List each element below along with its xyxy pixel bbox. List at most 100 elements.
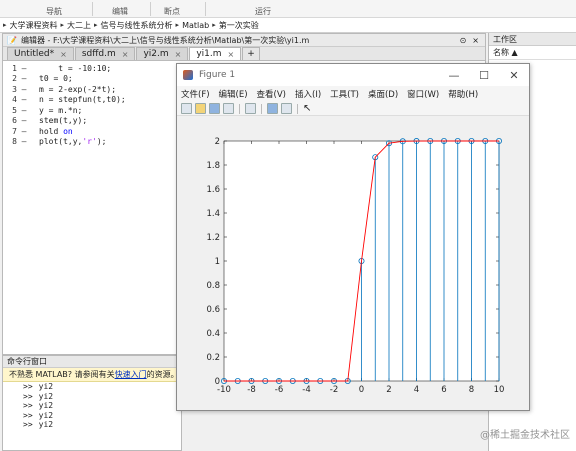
stem-chart[interactable]: -10 -8 -6 -4 -2 0 2 4 6 8 1000.20.40.60.811.21.41.… <box>177 116 529 410</box>
ribbon-section-breakpoints: 断点 <box>164 7 180 16</box>
y-tick-label: 2 <box>215 137 220 147</box>
workspace-name-column[interactable]: 名称 ▲ <box>489 46 576 60</box>
figure-window[interactable]: Figure 1 — ☐ ✕ 文件(F) 编辑(E) 查看(V) 插入(I) 工… <box>176 63 530 411</box>
menu-window[interactable]: 窗口(W) <box>407 88 439 100</box>
menu-tools[interactable]: 工具(T) <box>330 88 359 100</box>
history-line: >> yi2 <box>23 382 54 392</box>
y-tick-label: 0.6 <box>206 305 220 315</box>
divider <box>150 2 151 16</box>
figure-toolbar: ↖ <box>177 102 529 116</box>
print-icon[interactable] <box>223 103 234 114</box>
tab-label: Untitled* <box>14 49 55 59</box>
menu-help[interactable]: 帮助(H) <box>448 88 478 100</box>
tab-label: sdffd.m <box>81 49 116 59</box>
y-tick-label: 1.2 <box>206 233 220 243</box>
command-window[interactable]: 命令行窗口 不熟悉 MATLAB? 请参阅有关 快速入门 的资源。 >> yi2 … <box>2 355 182 451</box>
close-icon[interactable]: × <box>122 50 129 59</box>
toolstrip: 导航 编辑 断点 运行 <box>0 0 576 18</box>
new-figure-icon[interactable] <box>181 103 192 114</box>
matlab-logo-icon <box>183 70 193 80</box>
minimize-button[interactable]: — <box>439 69 469 82</box>
x-tick-label: 4 <box>414 385 419 395</box>
close-icon[interactable]: × <box>228 50 235 59</box>
getting-started-notice: 不熟悉 MATLAB? 请参阅有关 快速入门 的资源。 <box>3 368 181 382</box>
chevron-right-icon: ▸ <box>60 21 65 29</box>
breadcrumb-item[interactable]: Matlab <box>182 21 209 30</box>
breadcrumb-item[interactable]: 大二上 <box>67 20 91 31</box>
keyword-token: on <box>63 126 73 136</box>
ribbon-section-run: 运行 <box>255 7 271 16</box>
tab-yi1[interactable]: yi1.m × <box>189 47 242 60</box>
x-tick-label: -8 <box>247 385 255 395</box>
more-options-icon[interactable]: ⊙ <box>460 36 467 45</box>
save-icon[interactable] <box>209 103 220 114</box>
y-tick-label: 1.4 <box>206 209 220 219</box>
tab-label: yi2.m <box>143 49 169 59</box>
figure-titlebar[interactable]: Figure 1 — ☐ ✕ <box>177 64 529 86</box>
menu-file[interactable]: 文件(F) <box>181 88 210 100</box>
maximize-button[interactable]: ☐ <box>469 69 499 82</box>
x-tick-label: 6 <box>441 385 446 395</box>
legend-icon[interactable] <box>281 103 292 114</box>
ribbon-section-edit: 编辑 <box>112 7 128 16</box>
divider <box>92 2 93 16</box>
history-line: >> yi2 <box>23 410 54 420</box>
document-icon: 📝 <box>7 35 17 45</box>
address-bar[interactable]: ▸ 大学课程资料 ▸ 大二上 ▸ 信号与线性系统分析 ▸ Matlab ▸ 第一… <box>0 18 576 33</box>
breadcrumb-item[interactable]: 第一次实验 <box>219 20 259 31</box>
chevron-right-icon: ▸ <box>94 21 98 29</box>
menu-insert[interactable]: 插入(I) <box>295 88 321 100</box>
tab-untitled[interactable]: Untitled* × <box>7 47 74 60</box>
divider <box>239 103 240 114</box>
menu-view[interactable]: 查看(V) <box>257 88 286 100</box>
getting-started-link[interactable]: 快速入门 <box>115 369 147 380</box>
close-icon[interactable]: × <box>60 50 67 59</box>
chevron-right-icon: ▸ <box>175 21 180 29</box>
x-tick-label: -2 <box>330 385 338 395</box>
pointer-icon[interactable]: ↖ <box>303 103 311 114</box>
y-tick-label: 1.8 <box>206 161 220 171</box>
breadcrumb-item[interactable]: 信号与线性系统分析 <box>101 20 173 31</box>
close-button[interactable]: ✕ <box>499 69 529 82</box>
close-icon[interactable]: × <box>175 50 182 59</box>
colorbar-icon[interactable] <box>267 103 278 114</box>
command-window-title: 命令行窗口 <box>3 356 181 368</box>
menu-edit[interactable]: 编辑(E) <box>219 88 248 100</box>
tab-yi2[interactable]: yi2.m × <box>136 47 189 60</box>
code-token: ); <box>96 137 107 147</box>
history-line: >> yi2 <box>23 420 54 430</box>
chevron-right-icon: ▸ <box>212 21 216 29</box>
divider <box>297 103 298 114</box>
editor-titlebar: 📝 编辑器 - F:\大学课程资料\大二上\信号与线性系统分析\Matlab\第… <box>3 34 485 47</box>
figure-menubar: 文件(F) 编辑(E) 查看(V) 插入(I) 工具(T) 桌面(D) 窗口(W… <box>177 86 529 102</box>
menu-desktop[interactable]: 桌面(D) <box>368 88 398 100</box>
watermark: @稀土掘金技术社区 <box>480 430 570 441</box>
ribbon-section-navigate: 导航 <box>46 7 62 16</box>
y-tick-label: 0 <box>215 377 220 387</box>
code-token: hold <box>39 126 64 136</box>
y-tick-label: 0.2 <box>206 353 220 363</box>
x-tick-label: 2 <box>386 385 391 395</box>
x-tick-label: 10 <box>494 385 505 395</box>
y-tick-label: 0.8 <box>206 281 220 291</box>
breadcrumb-item[interactable]: 大学课程资料 <box>10 20 58 31</box>
x-tick-label: -4 <box>302 385 310 395</box>
workspace-title: 工作区 <box>489 33 576 46</box>
x-tick-label: 0 <box>359 385 364 395</box>
history-line: >> yi2 <box>23 391 54 401</box>
link-plot-icon[interactable] <box>245 103 256 114</box>
editor-tabs: Untitled* × sdffd.m × yi2.m × yi1.m × + <box>3 47 485 61</box>
open-folder-icon[interactable] <box>195 103 206 114</box>
x-tick-label: -6 <box>275 385 283 395</box>
tab-label: yi1.m <box>196 49 222 59</box>
string-token: 'r' <box>82 137 97 147</box>
x-tick-label: 8 <box>469 385 474 395</box>
editor-title: 编辑器 - F:\大学课程资料\大二上\信号与线性系统分析\Matlab\第一次… <box>20 35 310 45</box>
figure-title: Figure 1 <box>199 70 236 80</box>
divider <box>205 2 206 16</box>
tab-sdffd[interactable]: sdffd.m × <box>74 47 136 60</box>
plot-area[interactable]: -10 -8 -6 -4 -2 0 2 4 6 8 10 0 0.2 0.4 0.6 0.8 1 1.2 1.4 1.… <box>177 116 529 410</box>
minimize-icon[interactable]: × <box>472 36 479 45</box>
divider <box>261 103 262 114</box>
add-tab-button[interactable]: + <box>242 47 260 60</box>
